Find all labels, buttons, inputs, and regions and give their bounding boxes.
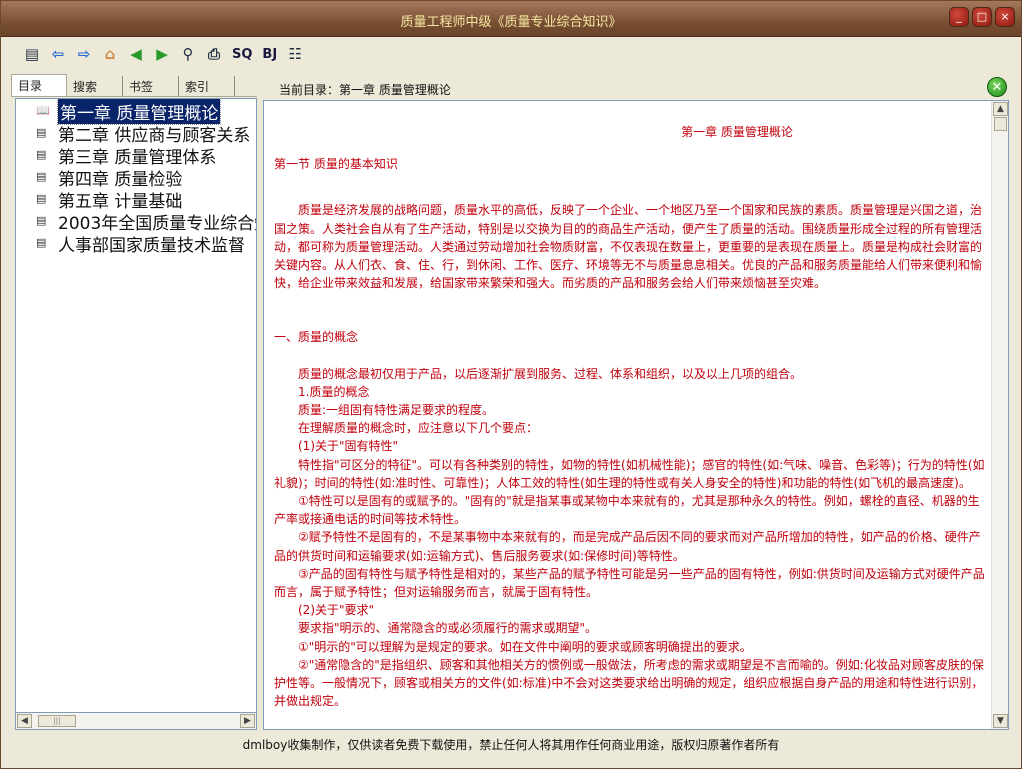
forward-icon[interactable]: ⇨ <box>73 43 95 65</box>
page-icon: ▤ <box>36 214 47 227</box>
app-window: 质量工程师中级《质量专业综合知识》 _ □ × ▤ ⇦ ⇨ ⌂ ◀ ▶ ⚲ ⎙ … <box>0 0 1022 769</box>
scroll-thumb[interactable] <box>994 117 1007 131</box>
home-icon[interactable]: ⌂ <box>99 43 121 65</box>
back-icon[interactable]: ⇦ <box>47 43 69 65</box>
paragraph: 要求指"明示的、通常隐含的或必须履行的需求或期望"。 <box>298 621 598 636</box>
tree-item-chapter-3[interactable]: ▤ 第三章 质量管理体系 <box>16 144 256 168</box>
page-icon: ▤ <box>36 236 47 249</box>
close-button[interactable]: × <box>995 7 1015 27</box>
tab-search[interactable]: 搜索 <box>67 76 123 96</box>
print-icon[interactable]: ⎙ <box>203 43 225 65</box>
chapter-title: 第一章 质量管理概论 <box>681 125 793 139</box>
next-page-icon[interactable]: ▶ <box>151 43 173 65</box>
paragraph: ①特性可以是固有的或赋予的。"固有的"就是指某事或某物中本来就有的，尤其是那种永… <box>274 494 980 527</box>
nav-tabs: 目录 搜索 书签 索引 <box>11 74 257 97</box>
scroll-thumb[interactable]: ||| <box>38 715 76 727</box>
page-icon: ▤ <box>36 148 47 161</box>
page-icon: ▤ <box>36 170 47 183</box>
page-icon: ▤ <box>36 192 47 205</box>
bj-button[interactable]: BJ <box>259 43 280 65</box>
tab-contents[interactable]: 目录 <box>11 74 67 96</box>
paragraph: (1)关于"固有特性" <box>298 439 399 454</box>
tree-item-label: 人事部国家质量技术监督 <box>58 235 245 256</box>
previous-page-icon[interactable]: ◀ <box>125 43 147 65</box>
scroll-up-icon[interactable]: ▲ <box>993 102 1008 116</box>
maximize-button[interactable]: □ <box>972 7 992 27</box>
scroll-right-icon[interactable]: ▶ <box>240 714 255 728</box>
paragraph: ②"通常隐含的"是指组织、顾客和其他相关方的惯例或一般做法，所考虑的需求或期望是… <box>274 657 984 709</box>
paragraph: ①"明示的"可以理解为是规定的要求。如在文件中阐明的要求或顾客明确提出的要求。 <box>298 639 752 654</box>
sq-button[interactable]: SQ <box>229 43 255 65</box>
contents-tree: 📖 第一章 质量管理概论 ▤ 第二章 供应商与顾客关系 ▤ 第三章 质量管理体系 ▤ 第… <box>15 98 257 713</box>
status-bar: dmlboy收集制作，仅供读者免费下载使用，禁止任何人将其用作任何商业用途，版权… <box>242 738 780 752</box>
paragraph: 1.质量的概念 <box>298 384 370 399</box>
current-directory: 当前目录：第一章 质量管理概论 <box>279 83 451 97</box>
content-vertical-scrollbar[interactable]: ▲ ▼ <box>991 101 1008 729</box>
heading: 一、质量的概念 <box>274 330 359 345</box>
section-title: 第一节 质量的基本知识 <box>274 157 398 172</box>
toolbar: ▤ ⇦ ⇨ ⌂ ◀ ▶ ⚲ ⎙ SQ BJ ☷ <box>1 38 1021 70</box>
tree-item-chapter-1[interactable]: 📖 第一章 质量管理概论 <box>16 99 256 125</box>
open-book-icon: 📖 <box>36 104 50 117</box>
content-pane: 第一章 质量管理概论 第一节 质量的基本知识 质量是经济发展的战略问题，质量水平… <box>263 100 1009 730</box>
tree-item-2003-exam[interactable]: ▤2003年全国质量专业综合知识 <box>16 210 256 234</box>
window-title: 质量工程师中级《质量专业综合知识》 <box>400 15 622 30</box>
find-icon[interactable]: ⚲ <box>177 43 199 65</box>
tree-item-chapter-2[interactable]: ▤ 第二章 供应商与顾客关系 <box>16 122 256 146</box>
scroll-left-icon[interactable]: ◀ <box>17 714 32 728</box>
close-pane-icon[interactable]: ✕ <box>987 77 1007 97</box>
minimize-button[interactable]: _ <box>949 7 969 27</box>
paragraph: (2)关于"要求" <box>298 603 375 618</box>
tree-horizontal-scrollbar[interactable]: ◀ ||| ▶ <box>15 713 257 730</box>
paragraph: 质量的概念最初仅用于产品，以后逐渐扩展到服务、过程、体系和组织，以及以上几项的组… <box>298 366 803 381</box>
title-bar[interactable]: 质量工程师中级《质量专业综合知识》 _ □ × <box>1 1 1021 37</box>
tree-item-chapter-4[interactable]: ▤ 第四章 质量检验 <box>16 166 256 190</box>
tree-item-chapter-5[interactable]: ▤ 第五章 计量基础 <box>16 188 256 212</box>
paragraph: ②赋予特性不是固有的，不是某事物中本来就有的，而是完成产品后因不同的要求而对产品… <box>274 530 981 563</box>
paragraph: 质量:一组固有特性满足要求的程度。 <box>298 403 495 418</box>
tree-item-ministry[interactable]: ▤ 人事部国家质量技术监督 <box>16 232 256 256</box>
paragraph: 特性指"可区分的特征"。可以有各种类别的特性，如物的特性(如机械性能)；感官的特… <box>274 457 985 490</box>
paragraph: ③产品的固有特性与赋予特性是相对的，某些产品的赋予特性可能是另一些产品的固有特性… <box>274 566 985 600</box>
paragraph: 质量是经济发展的战略问题，质量水平的高低，反映了一个企业、一个地区乃至一个国家和… <box>274 203 983 291</box>
options-icon[interactable]: ☷ <box>284 43 306 65</box>
tab-index[interactable]: 索引 <box>179 76 235 96</box>
scroll-down-icon[interactable]: ▼ <box>993 714 1008 728</box>
toc-toggle-icon[interactable]: ▤ <box>21 43 43 65</box>
tab-bookmarks[interactable]: 书签 <box>123 76 179 96</box>
paragraph: 在理解质量的概念时，应注意以下几个要点： <box>298 421 539 436</box>
page-icon: ▤ <box>36 126 47 139</box>
